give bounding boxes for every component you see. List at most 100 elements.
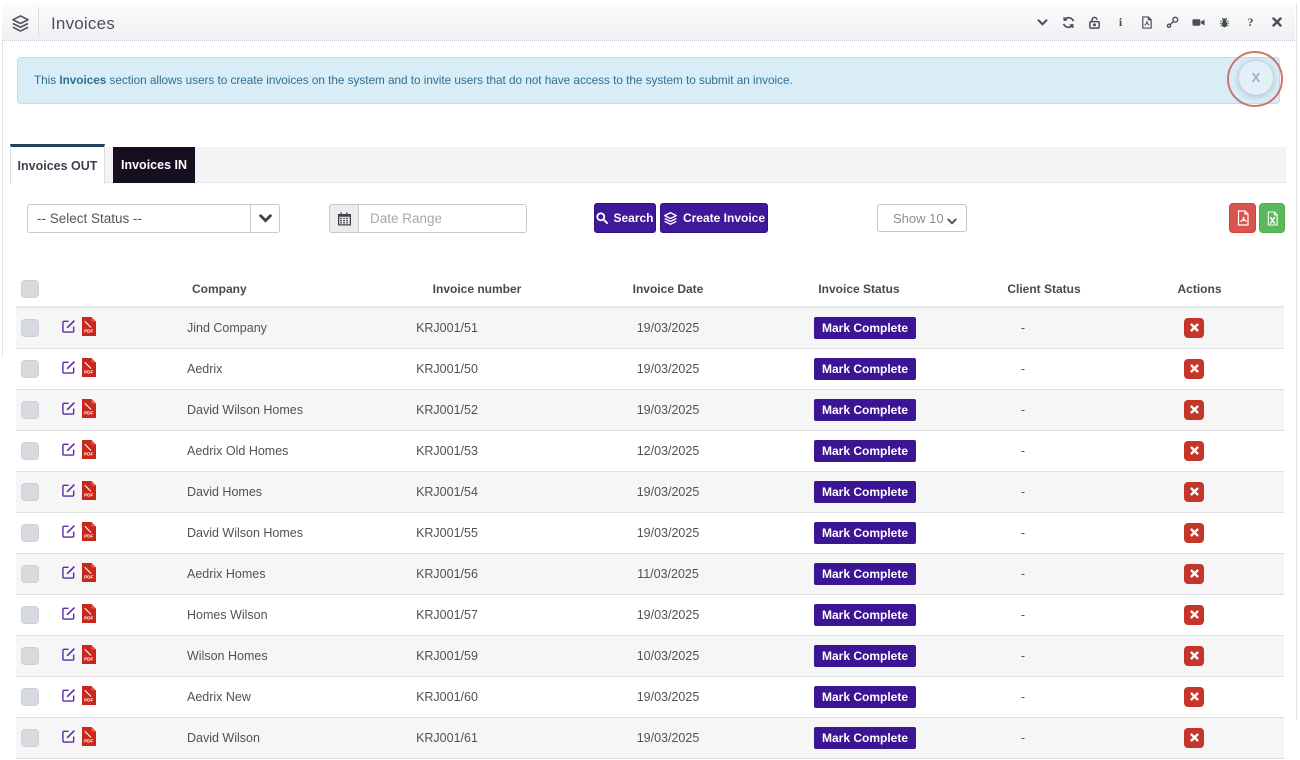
- delete-invoice-button[interactable]: [1184, 687, 1204, 707]
- row-checkbox[interactable]: [21, 688, 39, 706]
- delete-invoice-button[interactable]: [1184, 400, 1204, 420]
- status-select[interactable]: -- Select Status --: [27, 204, 280, 233]
- invoice-pdf-icon[interactable]: PDF: [81, 645, 96, 667]
- file-pdf-icon[interactable]: [1140, 16, 1153, 29]
- mark-complete-button[interactable]: Mark Complete: [814, 440, 916, 462]
- row-checkbox[interactable]: [21, 360, 39, 378]
- mark-complete-button[interactable]: Mark Complete: [814, 522, 916, 544]
- cell-invoice-number: KRJ001/52: [342, 389, 612, 430]
- mark-complete-button[interactable]: Mark Complete: [814, 604, 916, 626]
- export-pdf-button[interactable]: [1229, 203, 1256, 233]
- cell-client-status: -: [994, 594, 1094, 635]
- cell-invoice-date: 19/03/2025: [612, 389, 724, 430]
- row-checkbox[interactable]: [21, 729, 39, 747]
- close-window-icon[interactable]: [1270, 16, 1283, 29]
- row-checkbox[interactable]: [21, 565, 39, 583]
- export-excel-button[interactable]: [1259, 203, 1285, 233]
- mark-complete-button[interactable]: Mark Complete: [814, 317, 916, 339]
- invoice-pdf-icon[interactable]: PDF: [81, 440, 96, 462]
- refresh-icon[interactable]: [1062, 16, 1075, 29]
- delete-invoice-button[interactable]: [1184, 523, 1204, 543]
- info-banner: This Invoices section allows users to cr…: [17, 57, 1280, 104]
- mark-complete-button[interactable]: Mark Complete: [814, 727, 916, 749]
- row-checkbox[interactable]: [21, 442, 39, 460]
- row-checkbox[interactable]: [21, 483, 39, 501]
- mark-complete-button[interactable]: Mark Complete: [814, 481, 916, 503]
- cell-invoice-number: KRJ001/55: [342, 512, 612, 553]
- invoice-pdf-icon[interactable]: PDF: [81, 399, 96, 421]
- video-camera-icon[interactable]: [1192, 16, 1205, 29]
- cell-invoice-date: 19/03/2025: [612, 594, 724, 635]
- delete-invoice-button[interactable]: [1184, 441, 1204, 461]
- cell-client-status: -: [994, 471, 1094, 512]
- edit-invoice-icon[interactable]: [62, 442, 76, 459]
- edit-invoice-icon[interactable]: [62, 647, 76, 664]
- layers-icon[interactable]: [11, 15, 30, 32]
- bug-icon[interactable]: [1218, 16, 1231, 29]
- status-select-value: -- Select Status --: [37, 211, 142, 226]
- row-checkbox[interactable]: [21, 319, 39, 337]
- row-checkbox[interactable]: [21, 606, 39, 624]
- cell-invoice-date: 19/03/2025: [612, 348, 724, 389]
- cell-invoice-date: 10/03/2025: [612, 635, 724, 676]
- delete-invoice-button[interactable]: [1184, 318, 1204, 338]
- mark-complete-button[interactable]: Mark Complete: [814, 358, 916, 380]
- search-button[interactable]: Search: [594, 203, 656, 233]
- delete-invoice-button[interactable]: [1184, 646, 1204, 666]
- invoice-row: PDF Wilson Homes KRJ001/59 10/03/2025 Ma…: [16, 635, 1284, 676]
- delete-invoice-button[interactable]: [1184, 359, 1204, 379]
- mark-complete-button[interactable]: Mark Complete: [814, 399, 916, 421]
- search-button-label: Search: [613, 211, 653, 225]
- delete-invoice-button[interactable]: [1184, 605, 1204, 625]
- invoice-pdf-icon[interactable]: PDF: [81, 317, 96, 339]
- date-range-input[interactable]: [359, 204, 527, 233]
- row-checkbox[interactable]: [21, 647, 39, 665]
- delete-invoice-button[interactable]: [1184, 564, 1204, 584]
- show-entries-select[interactable]: Show 10: [877, 204, 967, 232]
- edit-invoice-icon[interactable]: [62, 565, 76, 582]
- window-left-border: [2, 40, 3, 358]
- edit-invoice-icon[interactable]: [62, 401, 76, 418]
- invoice-pdf-icon[interactable]: PDF: [81, 686, 96, 708]
- nodes-icon[interactable]: [1166, 16, 1179, 29]
- edit-invoice-icon[interactable]: [62, 688, 76, 705]
- select-all-checkbox[interactable]: [21, 280, 39, 298]
- tab-invoices-out[interactable]: Invoices OUT: [10, 144, 105, 184]
- mark-complete-button[interactable]: Mark Complete: [814, 645, 916, 667]
- edit-invoice-icon[interactable]: [62, 606, 76, 623]
- delete-invoice-button[interactable]: [1184, 482, 1204, 502]
- edit-invoice-icon[interactable]: [62, 319, 76, 336]
- row-checkbox[interactable]: [21, 401, 39, 419]
- unlock-icon[interactable]: [1088, 16, 1101, 29]
- invoice-pdf-icon[interactable]: PDF: [81, 358, 96, 380]
- cell-company: David Wilson Homes: [112, 512, 342, 553]
- edit-invoice-icon[interactable]: [62, 729, 76, 746]
- invoice-pdf-icon[interactable]: PDF: [81, 727, 96, 749]
- cell-invoice-number: KRJ001/56: [342, 553, 612, 594]
- mark-complete-button[interactable]: Mark Complete: [814, 563, 916, 585]
- banner-dismiss-button[interactable]: X: [1239, 61, 1273, 95]
- mark-complete-button[interactable]: Mark Complete: [814, 686, 916, 708]
- edit-invoice-icon[interactable]: [62, 483, 76, 500]
- invoice-pdf-icon[interactable]: PDF: [81, 522, 96, 544]
- status-select-caret[interactable]: [250, 205, 279, 232]
- info-icon[interactable]: i: [1114, 16, 1127, 29]
- row-checkbox[interactable]: [21, 524, 39, 542]
- header-invoice-date: Invoice Date: [612, 272, 724, 307]
- help-icon[interactable]: ?: [1244, 16, 1257, 29]
- chevron-down-icon[interactable]: [1036, 16, 1049, 29]
- edit-invoice-icon[interactable]: [62, 524, 76, 541]
- window-titlebar: Invoices i: [2, 3, 1295, 41]
- invoice-pdf-icon[interactable]: PDF: [81, 563, 96, 585]
- delete-invoice-button[interactable]: [1184, 728, 1204, 748]
- invoice-pdf-icon[interactable]: PDF: [81, 604, 96, 626]
- cell-client-status: -: [994, 676, 1094, 717]
- edit-invoice-icon[interactable]: [62, 360, 76, 377]
- tab-strip: Invoices OUT Invoices IN: [10, 147, 1286, 183]
- invoice-pdf-icon[interactable]: PDF: [81, 481, 96, 503]
- create-invoice-button[interactable]: Create Invoice: [660, 203, 768, 233]
- cell-client-status: -: [994, 307, 1094, 348]
- show-entries-value: Show 10: [893, 211, 944, 226]
- info-banner-bold: Invoices: [59, 73, 106, 87]
- tab-invoices-in[interactable]: Invoices IN: [113, 147, 195, 183]
